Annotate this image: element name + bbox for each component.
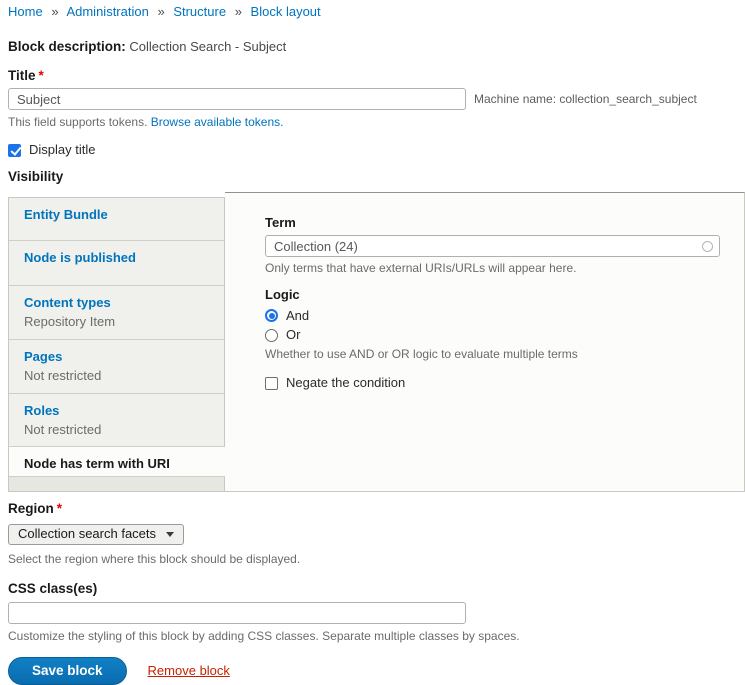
logic-option-and: And (265, 308, 744, 324)
negate-row: Negate the condition (265, 375, 744, 391)
region-select[interactable]: Collection search facets (8, 524, 184, 545)
tab-node-has-term-with-uri[interactable]: Node has term with URI (9, 447, 225, 477)
breadcrumb-link-block-layout[interactable]: Block layout (251, 4, 321, 19)
title-input[interactable] (8, 88, 466, 110)
term-label: Term (265, 215, 744, 231)
breadcrumb-link-structure[interactable]: Structure (173, 4, 226, 19)
logic-description: Whether to use AND or OR logic to evalua… (265, 347, 744, 362)
remove-block-link[interactable]: Remove block (148, 663, 230, 679)
title-label: Title* (8, 68, 745, 85)
breadcrumb-separator: » (157, 4, 164, 19)
logic-or-label: Or (286, 327, 300, 343)
display-title-row: Display title (8, 142, 745, 158)
breadcrumb-link-administration[interactable]: Administration (66, 4, 148, 19)
block-description-value: Collection Search - Subject (129, 39, 286, 54)
block-description: Block description: Collection Search - S… (8, 39, 745, 56)
visibility-tabs: Entity Bundle Node is published Content … (8, 197, 225, 492)
required-marker: * (39, 68, 44, 83)
save-block-button[interactable]: Save block (8, 657, 127, 685)
breadcrumb: Home » Administration » Structure » Bloc… (8, 4, 745, 20)
tabs-footer-strip (9, 477, 225, 491)
block-description-label: Block description: (8, 39, 126, 54)
negate-condition-checkbox[interactable] (265, 377, 278, 390)
browse-tokens-link[interactable]: Browse available tokens. (151, 115, 284, 129)
logic-and-radio[interactable] (265, 309, 278, 322)
block-configure-page: Home » Administration » Structure » Bloc… (0, 0, 745, 685)
form-actions: Save block Remove block (8, 657, 745, 685)
term-description: Only terms that have external URIs/URLs … (265, 261, 744, 276)
css-classes-input[interactable] (8, 602, 466, 624)
breadcrumb-separator: » (51, 4, 58, 19)
tab-node-is-published[interactable]: Node is published (9, 241, 225, 286)
region-label: Region* (8, 501, 745, 518)
visibility-panel: Term Only terms that have external URIs/… (8, 192, 745, 492)
tab-pages[interactable]: Pages Not restricted (9, 340, 225, 394)
condition-panel: Term Only terms that have external URIs/… (225, 192, 745, 492)
breadcrumb-link-home[interactable]: Home (8, 4, 43, 19)
css-classes-label: CSS class(es) (8, 581, 745, 598)
logic-option-or: Or (265, 327, 744, 343)
visibility-heading: Visibility (8, 169, 745, 186)
region-description: Select the region where this block shoul… (8, 552, 745, 567)
css-classes-description: Customize the styling of this block by a… (8, 629, 745, 644)
tab-roles[interactable]: Roles Not restricted (9, 394, 225, 447)
autocomplete-throbber-icon (702, 241, 713, 252)
region-select-value: Collection search facets (18, 526, 156, 542)
logic-or-radio[interactable] (265, 329, 278, 342)
display-title-label: Display title (29, 142, 95, 158)
machine-name: Machine name: collection_search_subject (474, 92, 697, 107)
title-help: This field supports tokens. Browse avail… (8, 115, 745, 130)
required-marker: * (57, 501, 62, 516)
logic-label: Logic (265, 287, 744, 303)
tab-content-types[interactable]: Content types Repository Item (9, 286, 225, 340)
logic-and-label: And (286, 308, 309, 324)
tab-entity-bundle[interactable]: Entity Bundle (9, 198, 225, 241)
breadcrumb-separator: » (235, 4, 242, 19)
select-arrow-icon (166, 532, 174, 537)
term-autocomplete-input[interactable] (265, 235, 720, 257)
negate-condition-label: Negate the condition (286, 375, 405, 391)
display-title-checkbox[interactable] (8, 144, 21, 157)
